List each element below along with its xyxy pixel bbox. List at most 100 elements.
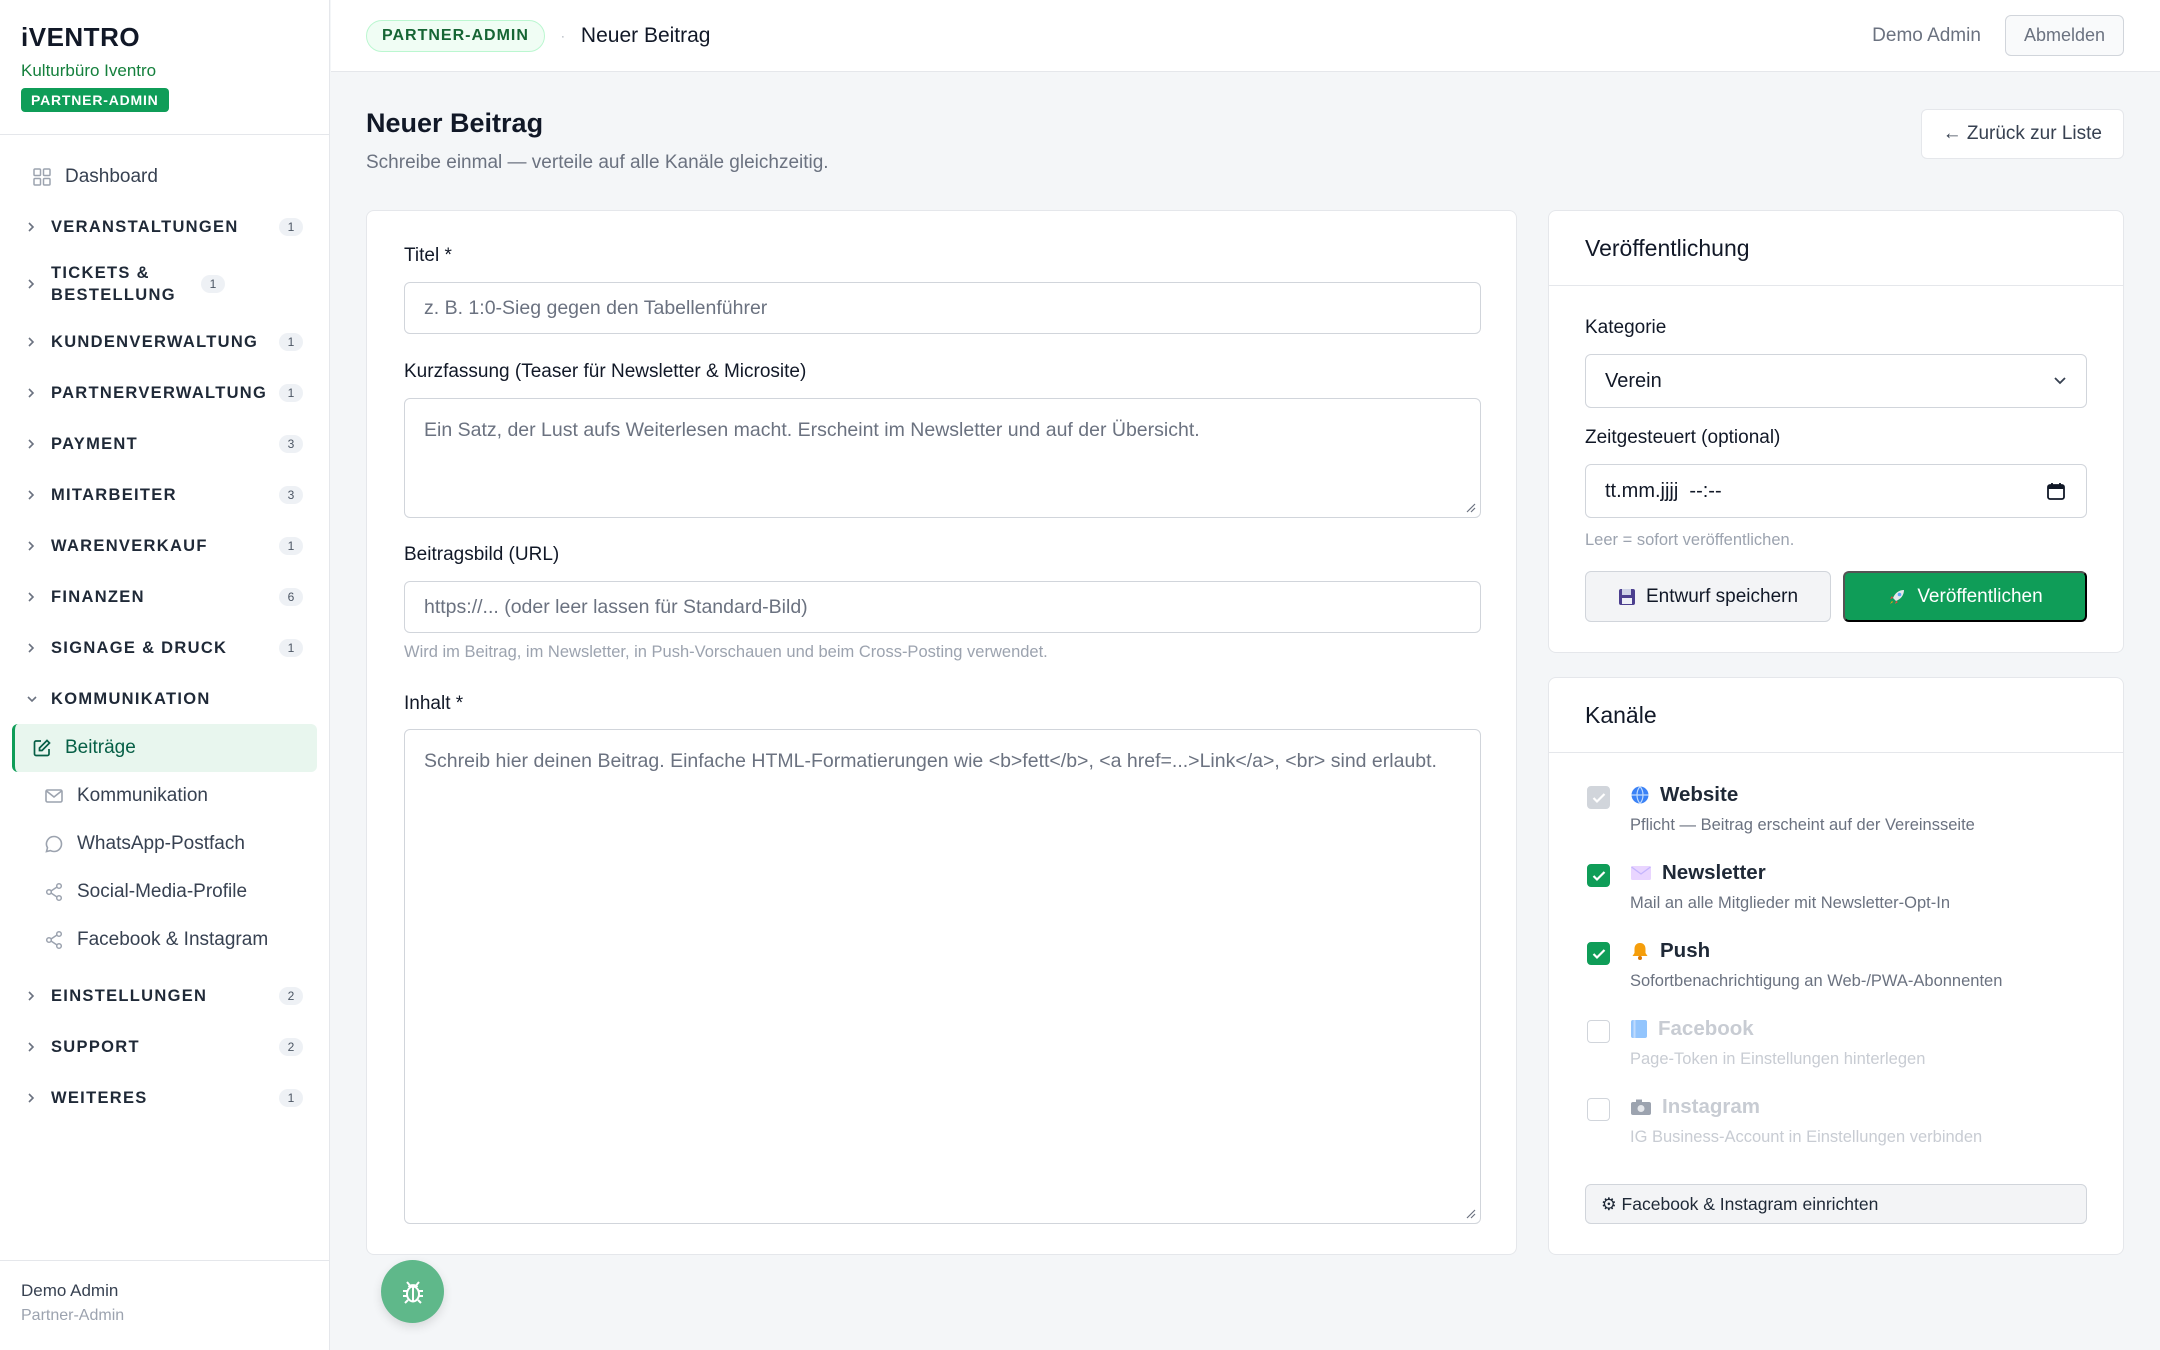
nav-group-count: 3 (279, 434, 303, 453)
publish-button[interactable]: Veröffentlichen (1843, 571, 2087, 622)
nav-group-kundenverwaltung[interactable]: KUNDENVERWALTUNG 1 (0, 316, 329, 367)
nav-group-count: 2 (279, 1037, 303, 1056)
calendar-icon[interactable] (2046, 481, 2066, 501)
category-select[interactable]: Verein (1585, 354, 2087, 408)
image-url-input[interactable]: https://... (oder leer lassen für Standa… (404, 581, 1481, 633)
chat-bubble-icon (44, 834, 64, 854)
nav-group-kommunikation[interactable]: KOMMUNIKATION (0, 673, 329, 724)
edit-icon (32, 738, 52, 758)
nav-group-count: 1 (279, 383, 303, 402)
nav-group-label: EINSTELLUNGEN (51, 986, 208, 1005)
page-subtitle: Schreibe einmal — verteile auf alle Kanä… (366, 152, 829, 173)
chevron-right-icon (26, 642, 40, 654)
organization-name: Kulturbüro Iventro (21, 61, 157, 80)
content-placeholder: Schreib hier deinen Beitrag. Einfache HT… (424, 750, 1437, 772)
nav-group-einstellungen[interactable]: EINSTELLUNGEN 2 (0, 970, 329, 1021)
sidebar-item-beitraege[interactable]: Beiträge (12, 724, 317, 772)
channel-push-checkbox[interactable] (1587, 942, 1610, 965)
chevron-right-icon (26, 540, 40, 552)
envelope-icon (1630, 865, 1652, 881)
logout-button[interactable]: Abmelden (2004, 15, 2124, 56)
sidebar-item-facebook-instagram[interactable]: Facebook & Instagram (12, 916, 317, 964)
nav-group-label: SIGNAGE & DRUCK (51, 638, 228, 657)
content-label: Inhalt * (404, 693, 464, 714)
nav-group-count: 1 (279, 536, 303, 555)
nav-group-weiteres[interactable]: WEITERES 1 (0, 1072, 329, 1123)
nav-group-veranstaltungen[interactable]: VERANSTALTUNGEN 1 (0, 201, 329, 252)
nav-group-count: 2 (279, 986, 303, 1005)
nav-group-payment[interactable]: PAYMENT 3 (0, 418, 329, 469)
sidebar: iVENTRO Kulturbüro Iventro PARTNER-ADMIN… (0, 0, 330, 1350)
nav-group-label: SUPPORT (51, 1037, 140, 1056)
schedule-datetime-input[interactable]: tt.mm.jjjj --:-- (1585, 464, 2087, 518)
sidebar-user-role: Partner-Admin (21, 1307, 125, 1324)
chevron-right-icon (26, 1092, 40, 1104)
channel-name: Push (1630, 939, 1710, 963)
current-user: Demo Admin (1872, 24, 1981, 46)
sidebar-user-name: Demo Admin (21, 1281, 119, 1300)
sidebar-item-kommunikation[interactable]: Kommunikation (12, 772, 317, 820)
resize-handle-icon[interactable] (1464, 501, 1476, 513)
brand-logo[interactable]: iVENTRO (21, 22, 308, 53)
top-bar: PARTNER-ADMIN · Neuer Beitrag Demo Admin… (331, 0, 2160, 72)
nav-group-finanzen[interactable]: FINANZEN 6 (0, 571, 329, 622)
nav-group-count: 6 (279, 587, 303, 606)
teaser-label: Kurzfassung (Teaser für Newsletter & Mic… (404, 361, 807, 382)
chevron-right-icon (26, 591, 40, 603)
grid-icon (32, 167, 52, 187)
title-input[interactable]: z. B. 1:0-Sieg gegen den Tabellenführer (404, 282, 1481, 334)
nav-group-count: 1 (279, 332, 303, 351)
chevron-right-icon (26, 387, 40, 399)
chevron-right-icon (26, 336, 40, 348)
sidebar-item-whatsapp[interactable]: WhatsApp-Postfach (12, 820, 317, 868)
save-draft-label: Entwurf speichern (1645, 585, 1799, 607)
sidebar-item-label: Facebook & Instagram (77, 929, 269, 950)
nav-group-support[interactable]: SUPPORT 2 (0, 1021, 329, 1072)
publish-label: Veröffentlichen (1917, 585, 2043, 607)
sidebar-item-label: WhatsApp-Postfach (77, 833, 245, 854)
sidebar-item-dashboard[interactable]: Dashboard (0, 153, 329, 201)
channel-name: Website (1630, 783, 1738, 807)
teaser-textarea[interactable]: Ein Satz, der Lust aufs Weiterlesen mach… (404, 398, 1481, 518)
mail-icon (44, 786, 64, 806)
brand: iVENTRO Kulturbüro Iventro PARTNER-ADMIN (0, 0, 329, 135)
sidebar-user: Demo Admin Partner-Admin (0, 1260, 329, 1350)
breadcrumb-separator: · (560, 28, 565, 43)
save-draft-button[interactable]: Entwurf speichern (1585, 571, 1831, 622)
nav-group-label: PARTNERVERWALTUNG (51, 383, 268, 402)
nav-group-mitarbeiter[interactable]: MITARBEITER 3 (0, 469, 329, 520)
rocket-icon (1887, 587, 1907, 607)
resize-handle-icon[interactable] (1464, 1207, 1476, 1219)
nav-group-label: TICKETS & BESTELLUNG (51, 264, 176, 304)
content-textarea[interactable]: Schreib hier deinen Beitrag. Einfache HT… (404, 729, 1481, 1224)
book-icon (1630, 1019, 1648, 1039)
chevron-right-icon (26, 221, 40, 233)
channel-newsletter-checkbox[interactable] (1587, 864, 1610, 887)
nav-group-label: WEITERES (51, 1088, 148, 1107)
nav-group-count: 1 (279, 638, 303, 657)
nav-group-signage[interactable]: SIGNAGE & DRUCK 1 (0, 622, 329, 673)
chevron-right-icon (26, 1041, 40, 1053)
sidebar-item-label: Kommunikation (77, 785, 208, 806)
nav-group-label: FINANZEN (51, 587, 145, 606)
page-title: Neuer Beitrag (366, 108, 544, 138)
sidebar-item-label: Social-Media-Profile (77, 881, 248, 902)
facebook-instagram-setup-button[interactable]: ⚙ Facebook & Instagram einrichten (1585, 1184, 2087, 1224)
channels-card: Kanäle Website Pflicht — Beitrag erschei… (1548, 677, 2124, 1255)
nav-group-warenverkauf[interactable]: WARENVERKAUF 1 (0, 520, 329, 571)
back-to-list-button[interactable]: ← Zurück zur Liste (1920, 109, 2124, 159)
nav-group-count: 1 (279, 1088, 303, 1107)
role-badge: PARTNER-ADMIN (21, 88, 169, 112)
schedule-value: tt.mm.jjjj --:-- (1605, 479, 1722, 502)
chevron-right-icon (26, 278, 40, 290)
post-editor-card: Titel * z. B. 1:0-Sieg gegen den Tabelle… (366, 210, 1517, 1255)
nav-group-tickets[interactable]: TICKETS & BESTELLUNG 1 (0, 252, 329, 316)
nav-group-label: WARENVERKAUF (51, 536, 208, 555)
publish-heading: Veröffentlichung (1549, 211, 2123, 286)
chevron-right-icon (26, 438, 40, 450)
channel-website-checkbox (1587, 786, 1610, 809)
bug-icon (402, 1280, 423, 1304)
nav-group-partnerverwaltung[interactable]: PARTNERVERWALTUNG 1 (0, 367, 329, 418)
sidebar-item-social-media[interactable]: Social-Media-Profile (12, 868, 317, 916)
bug-report-button[interactable] (381, 1260, 444, 1323)
